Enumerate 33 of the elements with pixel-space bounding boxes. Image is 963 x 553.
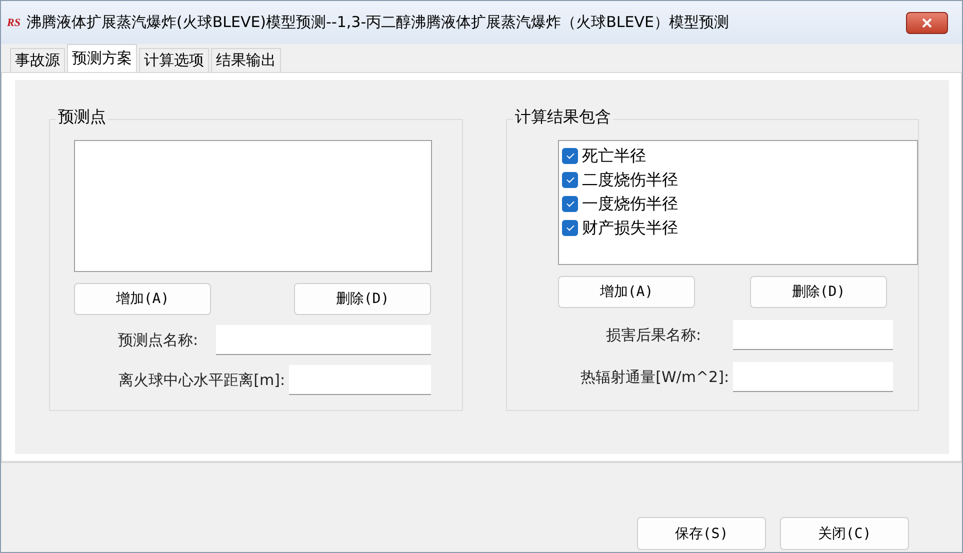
- dialog-button[interactable]: 关闭(C): [780, 517, 909, 550]
- delete-button[interactable]: 删除(D): [750, 276, 887, 308]
- list-item[interactable]: 二度烧伤半径: [582, 170, 678, 190]
- checkbox[interactable]: [562, 148, 578, 164]
- list-item[interactable]: 一度烧伤半径: [582, 194, 678, 214]
- input-field[interactable]: [733, 362, 893, 392]
- list-item[interactable]: 死亡半径: [582, 146, 646, 166]
- window-title: 沸腾液体扩展蒸汽爆炸(火球BLEVE)模型预测--1,3-丙二醇沸腾液体扩展蒸汽爆炸（火球BLEVE）模型预测: [26, 13, 730, 32]
- list-item[interactable]: 财产损失半径: [582, 218, 678, 238]
- field-label: 损害后果名称:: [606, 326, 701, 344]
- field-label: 热辐射通量[W/m^2]:: [580, 368, 729, 386]
- field-label: 离火球中心水平距离[m]:: [118, 370, 285, 390]
- tab[interactable]: 结果输出: [211, 48, 281, 72]
- input-field[interactable]: [216, 325, 431, 355]
- close-button[interactable]: [906, 12, 948, 34]
- add-button[interactable]: 增加(A): [74, 283, 211, 315]
- checkbox[interactable]: [562, 220, 578, 236]
- input-field[interactable]: [733, 320, 893, 350]
- add-button[interactable]: 增加(A): [558, 276, 695, 308]
- checkbox[interactable]: [562, 196, 578, 212]
- tab[interactable]: 事故源: [10, 48, 65, 72]
- list-box[interactable]: [74, 140, 432, 272]
- checkbox[interactable]: [562, 172, 578, 188]
- close-icon: [922, 18, 932, 28]
- app-logo: RS: [7, 16, 20, 28]
- list-box[interactable]: 死亡半径 二度烧伤半径 一度烧伤半径 财产损失半径: [558, 140, 918, 265]
- input-field[interactable]: [289, 365, 431, 395]
- tab[interactable]: 预测方案: [67, 44, 137, 72]
- field-label: 预测点名称:: [118, 330, 198, 350]
- delete-button[interactable]: 删除(D): [294, 283, 431, 315]
- tab[interactable]: 计算选项: [139, 48, 209, 72]
- group-title: 预测点: [56, 107, 108, 128]
- dialog-button[interactable]: 保存(S): [637, 517, 766, 550]
